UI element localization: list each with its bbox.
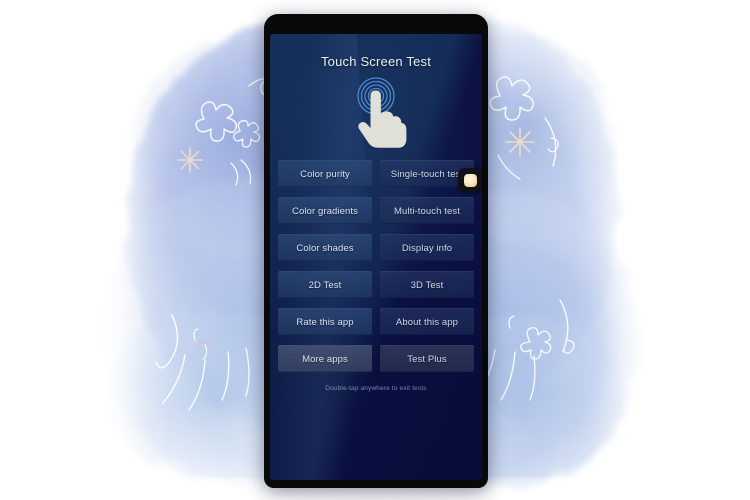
- button-rate-this-app[interactable]: Rate this app: [278, 308, 372, 335]
- app-badge-inner: [463, 173, 477, 187]
- button-color-gradients[interactable]: Color gradients: [278, 197, 372, 224]
- page-title: Touch Screen Test: [320, 54, 432, 69]
- button-2d-test[interactable]: 2D Test: [278, 271, 372, 298]
- phone-screen: Touch Screen Test Color purity Single-to…: [270, 34, 482, 480]
- exit-hint-text: Double-tap anywhere to exit tests: [325, 385, 427, 392]
- app-content: Touch Screen Test Color purity Single-to…: [270, 34, 482, 480]
- hand-touch-ripple-icon: [330, 74, 422, 152]
- test-button-grid: Color purity Single-touch test Color gra…: [278, 160, 474, 372]
- button-more-apps[interactable]: More apps: [278, 345, 372, 372]
- phone-mockup: Touch Screen Test Color purity Single-to…: [264, 14, 488, 488]
- button-color-shades[interactable]: Color shades: [278, 234, 372, 261]
- button-test-plus[interactable]: Test Plus: [380, 345, 474, 372]
- button-3d-test[interactable]: 3D Test: [380, 271, 474, 298]
- app-badge-icon[interactable]: [458, 168, 482, 192]
- button-display-info[interactable]: Display info: [380, 234, 474, 261]
- button-about-this-app[interactable]: About this app: [380, 308, 474, 335]
- button-multi-touch-test[interactable]: Multi-touch test: [380, 197, 474, 224]
- screenshot-root: Touch Screen Test Color purity Single-to…: [0, 0, 750, 500]
- button-color-purity[interactable]: Color purity: [278, 160, 372, 187]
